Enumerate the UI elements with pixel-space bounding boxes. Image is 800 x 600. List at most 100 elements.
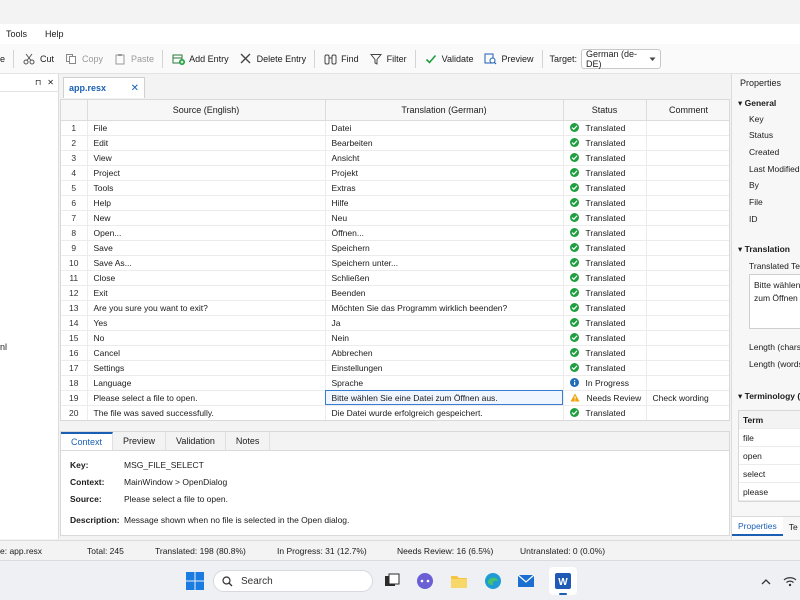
translation-cell[interactable]: Extras [325, 180, 564, 196]
comment-cell[interactable] [646, 405, 729, 420]
table-row[interactable]: 17 Settings Einstellungen Translated [61, 360, 729, 376]
source-cell[interactable]: Yes [87, 315, 326, 331]
status-cell[interactable]: Translated [563, 165, 647, 181]
comment-cell[interactable] [646, 360, 729, 376]
left-pane-item[interactable]: nl [0, 342, 7, 352]
table-row[interactable]: 20 The file was saved successfully. Die Da… [61, 405, 729, 420]
comment-cell[interactable] [646, 330, 729, 346]
status-cell[interactable]: Translated [563, 330, 647, 346]
tab-preview[interactable]: Preview [113, 432, 167, 450]
validate-button[interactable]: Validate [419, 47, 479, 71]
table-row[interactable]: 11 Close Schließen Translated [61, 270, 729, 286]
chevron-up-icon[interactable] [755, 570, 777, 592]
status-cell[interactable]: Translated [563, 270, 647, 286]
comment-cell[interactable] [646, 165, 729, 181]
comment-cell[interactable] [646, 285, 729, 301]
term-row[interactable]: please [739, 483, 800, 501]
taskbar-search[interactable]: Search [213, 570, 373, 592]
comment-cell[interactable]: Check wording [646, 390, 729, 406]
translation-cell[interactable]: Beenden [325, 285, 564, 301]
close-icon[interactable]: ✕ [131, 83, 139, 94]
table-row[interactable]: 16 Cancel Abbrechen Translated [61, 345, 729, 361]
translation-cell[interactable]: Speichern [325, 240, 564, 256]
status-cell[interactable]: Translated [563, 135, 647, 151]
table-row[interactable]: 9 Save Speichern Translated [61, 240, 729, 256]
table-row[interactable]: 7 New Neu Translated [61, 210, 729, 226]
translation-cell[interactable]: Ansicht [325, 150, 564, 166]
translation-cell[interactable]: Möchten Sie das Programm wirklich beende… [325, 300, 564, 316]
windows-start-icon[interactable] [184, 570, 206, 592]
status-cell[interactable]: Translated [563, 360, 647, 376]
tab-validation[interactable]: Validation [166, 432, 226, 450]
source-cell[interactable]: Exit [87, 285, 326, 301]
comment-cell[interactable] [646, 195, 729, 211]
source-cell[interactable]: Project [87, 165, 326, 181]
status-cell[interactable]: Translated [563, 285, 647, 301]
tab-context[interactable]: Context [61, 432, 114, 450]
translation-cell[interactable]: Sprache [325, 375, 564, 391]
comment-cell[interactable] [646, 315, 729, 331]
status-cell[interactable]: Needs Review [563, 390, 647, 406]
translation-cell[interactable]: Speichern unter... [325, 255, 564, 271]
comment-cell[interactable] [646, 210, 729, 226]
mail-icon[interactable] [515, 570, 537, 592]
comment-cell[interactable] [646, 225, 729, 241]
section-general[interactable]: ▾ General [738, 98, 776, 109]
table-row[interactable]: 6 Help Hilfe Translated [61, 195, 729, 211]
term-row[interactable]: select [739, 465, 800, 483]
translation-cell[interactable]: Datei [325, 120, 564, 136]
source-cell[interactable]: Cancel [87, 345, 326, 361]
table-row[interactable]: 2 Edit Bearbeiten Translated [61, 135, 729, 151]
source-cell[interactable]: The file was saved successfully. [87, 405, 326, 420]
source-cell[interactable]: Help [87, 195, 326, 211]
status-cell[interactable]: Translated [563, 240, 647, 256]
comment-cell[interactable] [646, 375, 729, 391]
source-cell[interactable]: Edit [87, 135, 326, 151]
source-cell[interactable]: Please select a file to open. [87, 390, 326, 406]
menu-help[interactable]: Help [39, 29, 70, 39]
comment-cell[interactable] [646, 240, 729, 256]
translation-cell[interactable]: Öffnen... [325, 225, 564, 241]
translation-cell[interactable]: Ja [325, 315, 564, 331]
translation-cell[interactable]: Bearbeiten [325, 135, 564, 151]
add-entry-button[interactable]: Add Entry [166, 47, 234, 71]
status-cell[interactable]: Translated [563, 210, 647, 226]
translation-cell[interactable]: Die Datei wurde erfolgreich gespeichert. [325, 405, 564, 420]
comment-cell[interactable] [646, 270, 729, 286]
edge-browser-icon[interactable] [482, 570, 504, 592]
table-row[interactable]: 8 Open... Öffnen... Translated [61, 225, 729, 241]
chat-icon[interactable] [414, 570, 436, 592]
comment-cell[interactable] [646, 255, 729, 271]
source-cell[interactable]: Language [87, 375, 326, 391]
target-language-select[interactable]: German (de-DE) [581, 48, 662, 69]
status-cell[interactable]: Translated [563, 300, 647, 316]
source-cell[interactable]: Tools [87, 180, 326, 196]
column-header-source[interactable]: Source (English) [87, 100, 326, 121]
status-cell[interactable]: In Progress [563, 375, 647, 391]
source-cell[interactable]: Close [87, 270, 326, 286]
column-header-translation[interactable]: Translation (German) [325, 100, 564, 121]
source-cell[interactable]: File [87, 120, 326, 136]
status-cell[interactable]: Translated [563, 345, 647, 361]
source-cell[interactable]: Settings [87, 360, 326, 376]
comment-cell[interactable] [646, 150, 729, 166]
tab-notes[interactable]: Notes [226, 432, 271, 450]
translation-cell[interactable]: Einstellungen [325, 360, 564, 376]
table-row[interactable]: 13 Are you sure you want to exit? Möchten … [61, 300, 729, 316]
copy-button[interactable]: Copy [59, 47, 108, 71]
tab-terminology[interactable]: Te [783, 517, 800, 536]
status-cell[interactable]: Translated [563, 120, 647, 136]
translation-cell[interactable]: Bitte wählen Sie eine Datei zum Öffnen a… [325, 390, 564, 406]
translation-cell[interactable]: Abbrechen [325, 345, 564, 361]
comment-cell[interactable] [646, 120, 729, 136]
comment-cell[interactable] [646, 300, 729, 316]
source-cell[interactable]: View [87, 150, 326, 166]
status-cell[interactable]: Translated [563, 195, 647, 211]
table-row[interactable]: 19 Please select a file to open. Bitte wäh… [61, 390, 729, 406]
wifi-icon[interactable] [779, 570, 800, 592]
comment-cell[interactable] [646, 135, 729, 151]
translation-cell[interactable]: Nein [325, 330, 564, 346]
column-header-status[interactable]: Status [563, 100, 647, 121]
source-cell[interactable]: Save As... [87, 255, 326, 271]
term-row[interactable]: open [739, 447, 800, 465]
